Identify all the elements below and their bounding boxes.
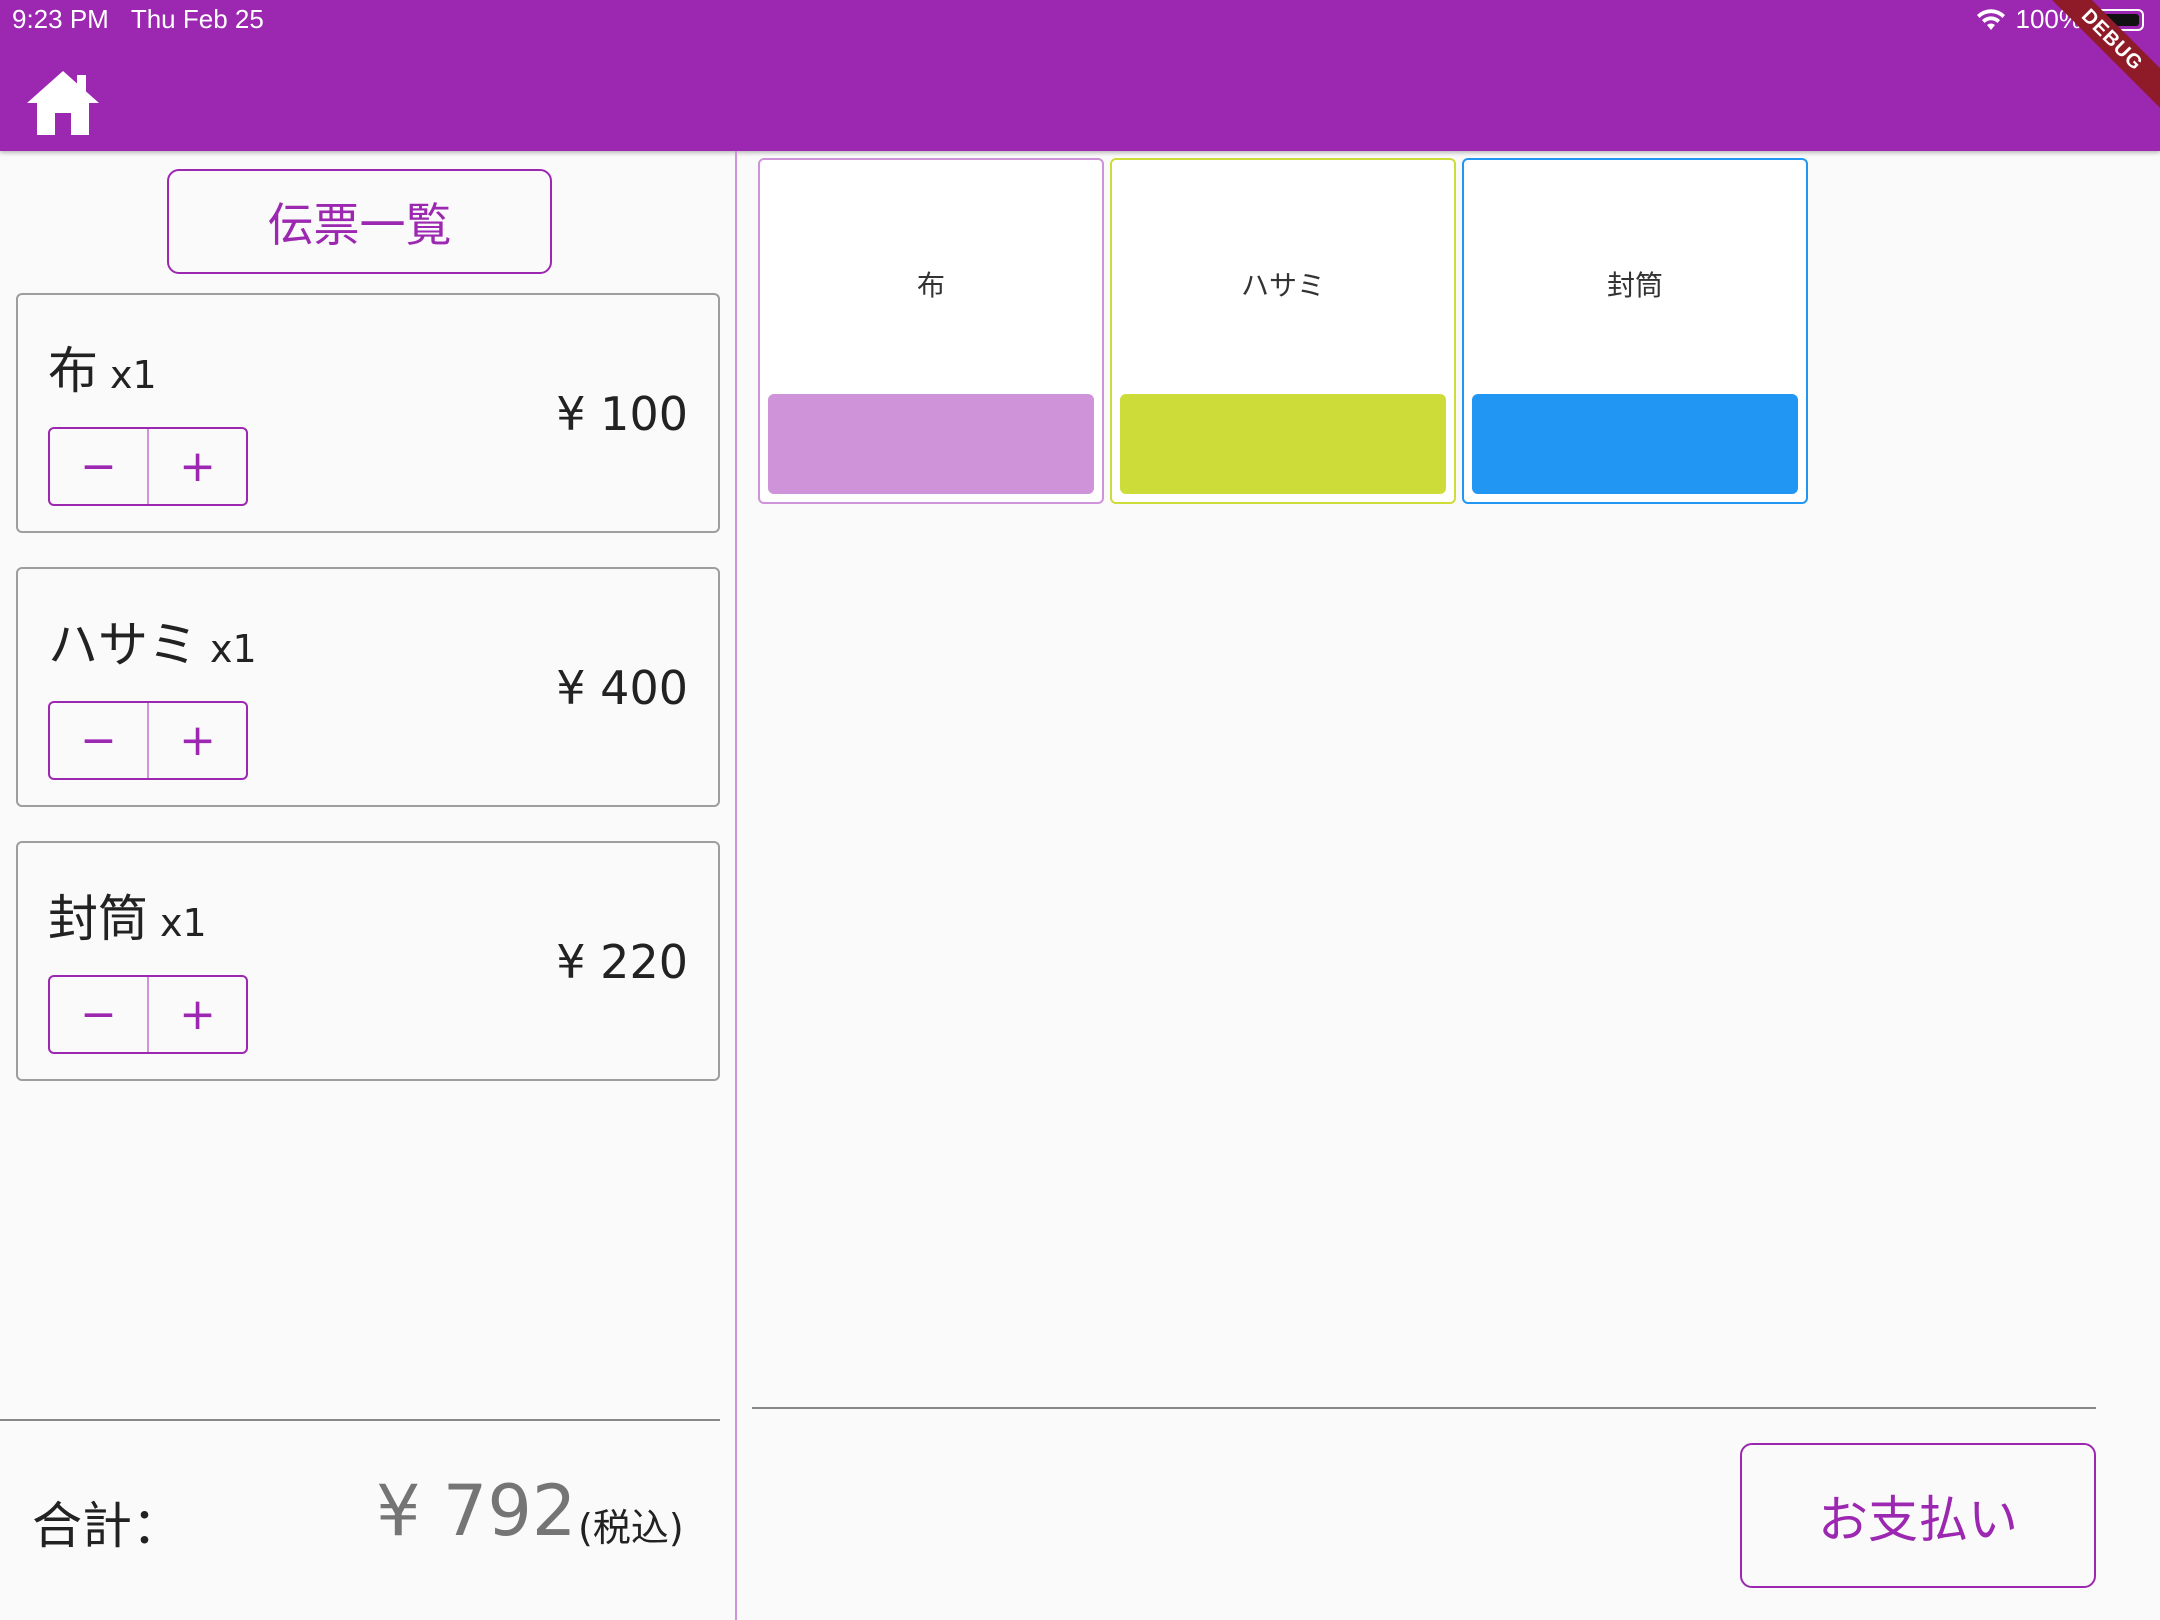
decrement-button[interactable]: − [50, 977, 149, 1052]
product-color-swatch [768, 394, 1094, 494]
cart-item: 封筒 x1 ¥ 220 − + [16, 841, 720, 1081]
increment-button[interactable]: + [149, 977, 246, 1052]
cart-item-name: 布 [48, 342, 98, 400]
quantity-stepper: − + [48, 975, 248, 1054]
total-label: 合計： [32, 1497, 182, 1555]
product-name: ハサミ [1240, 269, 1325, 302]
decrement-button[interactable]: − [50, 429, 149, 504]
product-tile[interactable]: 布 [758, 158, 1104, 504]
status-clock: 9:23 PM [12, 4, 109, 34]
total-amount: ¥ 792 [376, 1470, 577, 1552]
slip-list-button[interactable]: 伝票一覧 [167, 169, 552, 274]
panel-divider [735, 151, 737, 1620]
product-name: 封筒 [1606, 269, 1663, 302]
product-name: 布 [916, 269, 945, 302]
app-bar: 9:23 PM Thu Feb 25 100% DEBUG [0, 0, 2160, 151]
wifi-icon [1976, 8, 2005, 30]
total-divider [0, 1419, 720, 1421]
decrement-button[interactable]: − [50, 703, 149, 778]
increment-button[interactable]: + [149, 429, 246, 504]
cart-item-name: 封筒 [48, 890, 148, 948]
product-color-swatch [1472, 394, 1798, 494]
cart-item-name-row: 封筒 x1 [48, 879, 207, 951]
tax-note: (税込) [578, 1506, 684, 1550]
cart-item-price: ¥ 220 [556, 935, 688, 989]
cart-item: 布 x1 ¥ 100 − + [16, 293, 720, 533]
cart-item: ハサミ x1 ¥ 400 − + [16, 567, 720, 807]
home-button[interactable] [22, 66, 104, 140]
status-time: 9:23 PM Thu Feb 25 [12, 4, 264, 35]
cart-item-qty: x1 [210, 627, 257, 671]
increment-button[interactable]: + [149, 703, 246, 778]
cart-item-price: ¥ 400 [556, 661, 688, 715]
home-icon [27, 71, 99, 135]
cart-item-name-row: ハサミ x1 [48, 605, 257, 677]
cart-item-name: ハサミ [48, 616, 198, 674]
cart-item-name-row: 布 x1 [48, 331, 157, 403]
quantity-stepper: − + [48, 427, 248, 506]
cart-item-qty: x1 [160, 901, 207, 945]
product-color-swatch [1120, 394, 1446, 494]
pay-divider [752, 1407, 2096, 1409]
product-tile[interactable]: ハサミ [1110, 158, 1456, 504]
product-tile[interactable]: 封筒 [1462, 158, 1808, 504]
cart-item-price: ¥ 100 [556, 387, 688, 441]
quantity-stepper: − + [48, 701, 248, 780]
cart-item-qty: x1 [110, 353, 157, 397]
status-date: Thu Feb 25 [130, 4, 264, 34]
pay-button[interactable]: お支払い [1740, 1443, 2096, 1588]
